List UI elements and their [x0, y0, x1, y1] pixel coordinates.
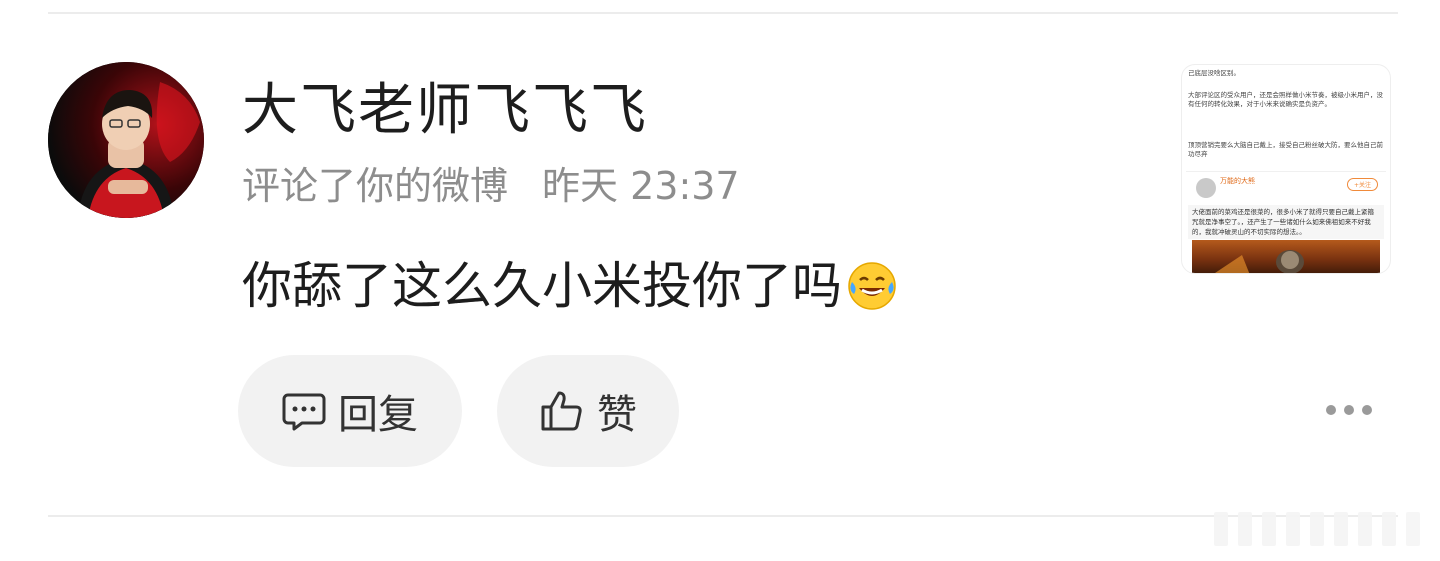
thumb-line-3: 顶顶营销完要么大脑自己戴上，接受自己粉丝破大防，要么他自己前功尽弃	[1188, 141, 1383, 158]
like-button[interactable]: 赞	[497, 355, 679, 467]
quoted-image	[1192, 240, 1380, 273]
quoted-user-card: 万能的大熊 +关注	[1186, 171, 1386, 202]
reply-label: 回复	[338, 392, 418, 438]
reply-button[interactable]: 回复	[238, 355, 462, 467]
thumbs-up-icon	[541, 391, 582, 431]
notification-meta: 评论了你的微博 昨天 23:37	[242, 160, 740, 212]
username[interactable]: 大飞老师飞飞飞	[242, 78, 648, 144]
notification-action: 评论了你的微博	[242, 164, 509, 208]
thumb-line-1: 己底层没啥区别。	[1188, 69, 1240, 77]
quoted-avatar	[1196, 178, 1216, 198]
top-divider	[48, 12, 1398, 14]
comment-body: 你舔了这么久小米投你了吗	[242, 257, 842, 315]
more-options-icon[interactable]	[1326, 400, 1372, 420]
avatar[interactable]	[48, 62, 204, 218]
quoted-username: 万能的大熊	[1220, 177, 1255, 185]
like-label: 赞	[597, 392, 637, 438]
dot	[1362, 405, 1372, 415]
laughing-tears-emoji-icon	[846, 260, 898, 312]
thumb-line-2: 大部评论区的受众用户，还是会照样做小米节奏，被级小米用户，没有任何的转化效果，对…	[1188, 91, 1383, 108]
bottom-divider	[48, 515, 1398, 517]
timestamp: 昨天 23:37	[542, 164, 740, 208]
dot	[1344, 405, 1354, 415]
comment-text: 你舔了这么久小米投你了吗	[242, 252, 898, 320]
original-post-thumbnail[interactable]: 己底层没啥区别。 大部评论区的受众用户，还是会照样做小米节奏，被级小米用户，没有…	[1181, 64, 1391, 274]
quoted-text: 大佬面前的菜鸡还是很菜的，很多小米了就得只要自己戴上紧箍咒就是净事空了。，还产生…	[1188, 205, 1384, 239]
follow-button: +关注	[1346, 178, 1378, 191]
avatar-image	[48, 62, 204, 218]
dot	[1326, 405, 1336, 415]
comment-bubble-icon	[282, 393, 326, 431]
watermark-logo	[1214, 512, 1420, 546]
